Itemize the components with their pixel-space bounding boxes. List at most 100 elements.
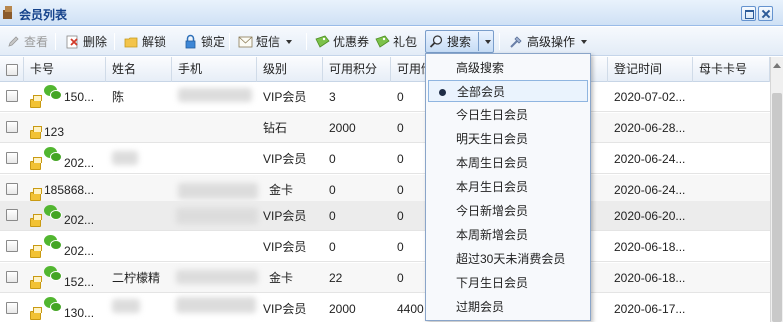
delete-button[interactable]: 删除	[62, 31, 110, 52]
scroll-up-icon[interactable]	[773, 63, 781, 68]
wechat-icon	[44, 85, 62, 100]
view-label: 查看	[24, 35, 49, 49]
menu-item-birthday-today[interactable]: 今日生日会员	[428, 104, 588, 126]
sms-label: 短信	[256, 35, 281, 49]
member-grid: 卡号 姓名 手机 级别 可用积分 可用储 登记时间 母卡卡号 150... 陈 …	[0, 57, 770, 322]
row-checkbox[interactable]	[6, 302, 18, 314]
column-header-register-time[interactable]: 登记时间	[608, 57, 693, 82]
column-header-name[interactable]: 姓名	[106, 57, 172, 82]
coupon-button[interactable]: 优惠券	[312, 31, 372, 52]
menu-item-birthday-this-month[interactable]: 本月生日会员	[428, 176, 588, 198]
register-time: 2020-06-28...	[614, 121, 686, 135]
coupon-label: 优惠券	[333, 35, 370, 49]
column-header-level[interactable]: 级别	[257, 57, 323, 82]
menu-item-advanced-search[interactable]: 高级搜索	[428, 57, 588, 79]
row-checkbox[interactable]	[6, 90, 18, 102]
menu-item-new-this-week[interactable]: 本周新增会员	[428, 224, 588, 246]
chevron-down-icon	[286, 39, 293, 44]
pencil-icon	[8, 36, 19, 47]
table-row[interactable]: 150... 陈 VIP会员 3 0 2020-07-02...	[0, 82, 770, 112]
unlock-button[interactable]: 解锁	[121, 31, 169, 52]
member-name	[106, 113, 172, 143]
gift-label: 礼包	[393, 35, 418, 49]
menu-item-birthday-next-month[interactable]: 下月生日会员	[428, 272, 588, 294]
envelope-icon	[238, 36, 253, 48]
table-row[interactable]: 123 钻石 2000 0 2020-06-28...	[0, 113, 770, 143]
card-number: 150...	[64, 90, 95, 104]
row-checkbox[interactable]	[6, 209, 18, 221]
member-level: VIP会员	[263, 240, 307, 254]
chevron-down-icon[interactable]	[485, 39, 492, 44]
card-number: 152...	[64, 275, 95, 289]
menu-item-all-members[interactable]: 全部会员	[428, 80, 588, 102]
lock-label: 锁定	[201, 35, 226, 49]
menu-item-label: 全部会员	[457, 85, 506, 99]
search-icon	[429, 35, 443, 48]
member-balance: 0	[397, 152, 404, 166]
menu-item-birthday-this-week[interactable]: 本周生日会员	[428, 152, 588, 174]
window-titlebar: 会员列表	[0, 0, 783, 26]
window-title: 会员列表	[19, 8, 68, 22]
table-row[interactable]: 130... VIP会员 2000 4400 2020-06-17...	[0, 294, 770, 322]
lock-button[interactable]: 锁定	[180, 31, 228, 52]
close-button[interactable]	[758, 6, 773, 21]
register-time: 2020-07-02...	[614, 90, 686, 104]
row-checkbox[interactable]	[6, 121, 18, 133]
column-header-hidden[interactable]	[591, 57, 608, 82]
wechat-icon	[44, 235, 62, 250]
select-all-checkbox[interactable]	[6, 64, 18, 76]
member-level: 钻石	[263, 121, 288, 135]
coupon-icon	[315, 35, 330, 48]
table-row[interactable]: 202... VIP会员 0 0 2020-06-24...	[0, 144, 770, 174]
row-checkbox[interactable]	[6, 152, 18, 164]
view-button[interactable]: 查看	[3, 31, 51, 52]
toolbar-separator	[114, 33, 115, 50]
row-checkbox[interactable]	[6, 183, 18, 195]
menu-item-birthday-tomorrow[interactable]: 明天生日会员	[428, 128, 588, 150]
blurred-phone	[176, 208, 258, 224]
member-balance: 0	[397, 121, 404, 135]
member-points: 22	[329, 271, 343, 285]
sms-button[interactable]: 短信	[235, 31, 295, 52]
register-time: 2020-06-18...	[614, 240, 686, 254]
column-header-phone[interactable]: 手机	[172, 57, 257, 82]
register-time: 2020-06-20...	[614, 209, 686, 223]
card-number: 202...	[64, 213, 95, 227]
column-header-card[interactable]: 卡号	[24, 57, 106, 82]
split-divider	[478, 32, 480, 51]
member-points: 0	[329, 240, 336, 254]
row-checkbox[interactable]	[6, 271, 18, 283]
menu-item-new-today[interactable]: 今日新增会员	[428, 200, 588, 222]
gift-button[interactable]: 礼包	[372, 31, 420, 52]
row-checkbox[interactable]	[6, 240, 18, 252]
card-number: 123	[44, 125, 65, 139]
member-points: 0	[329, 152, 336, 166]
vertical-scrollbar[interactable]	[770, 57, 783, 322]
unlock-label: 解锁	[142, 35, 167, 49]
column-header-points[interactable]: 可用积分	[323, 57, 391, 82]
advanced-ops-button[interactable]: 高级操作	[506, 31, 590, 52]
blurred-name	[112, 299, 140, 313]
member-balance: 4400	[397, 302, 424, 316]
selected-radio-icon	[439, 89, 446, 96]
wechat-icon	[44, 297, 62, 312]
register-time: 2020-06-18...	[614, 271, 686, 285]
table-row[interactable]: 152... 二柠檬精 金卡 22 0 2020-06-18...	[0, 263, 770, 293]
column-header-parent-card[interactable]: 母卡卡号	[693, 57, 770, 82]
table-row[interactable]: 202... VIP会员 0 0 2020-06-18...	[0, 232, 770, 262]
header-checkbox-cell	[0, 57, 24, 82]
search-button[interactable]: 搜索	[425, 30, 495, 53]
toolbar-separator	[55, 33, 56, 50]
card-icon	[30, 276, 42, 289]
toolbar-separator	[229, 33, 230, 50]
lock-icon	[185, 34, 196, 49]
minimize-button[interactable]	[741, 6, 756, 21]
table-row[interactable]: 202... VIP会员 0 0 2020-06-20...	[0, 201, 770, 231]
toolbar-separator	[499, 33, 500, 50]
member-level: VIP会员	[263, 90, 307, 104]
menu-item-inactive-30-days[interactable]: 超过30天未消费会员	[428, 248, 588, 270]
search-label: 搜索	[447, 35, 472, 49]
card-number: 202...	[64, 244, 95, 258]
scrollbar-thumb[interactable]	[772, 93, 782, 322]
menu-item-expired[interactable]: 过期会员	[428, 296, 588, 318]
